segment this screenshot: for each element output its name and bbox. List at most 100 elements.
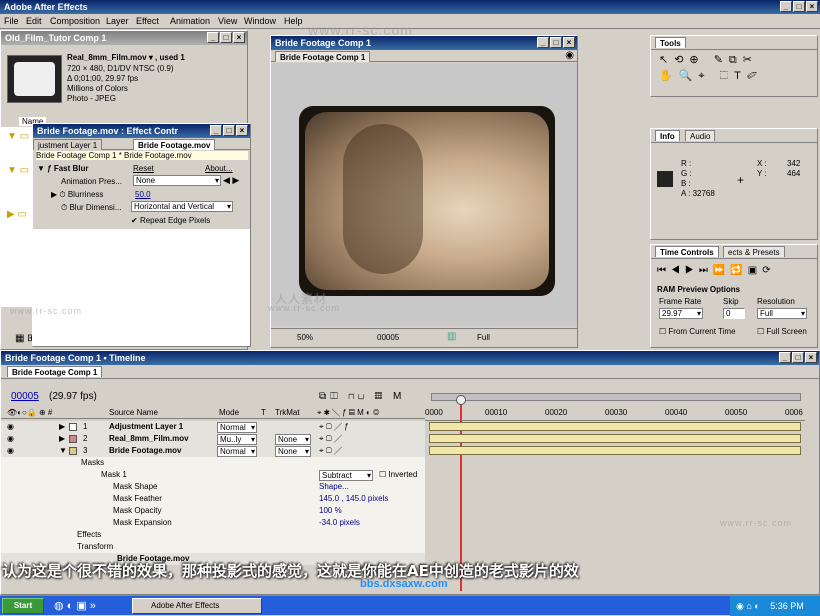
eye-icon[interactable]: ◉	[7, 433, 14, 445]
skip-field[interactable]: 0	[723, 308, 745, 319]
trkmat-select[interactable]: None	[275, 434, 311, 445]
layer-switches[interactable]: ⌖ ▢ ╱	[319, 433, 342, 445]
label-color-icon[interactable]	[69, 435, 77, 443]
comp-menu-icon[interactable]: ◉	[565, 50, 574, 61]
folder-icon-2[interactable]: ▼ ▭	[7, 165, 29, 176]
project-minimize[interactable]: _	[207, 32, 219, 43]
twirl-icon[interactable]: ▶	[59, 433, 65, 445]
eye-icon[interactable]: ◉	[7, 421, 14, 433]
tool-icons-2[interactable]: ✋🔍⌖ ⬚T✐	[659, 69, 763, 83]
timeline-close[interactable]: ×	[805, 352, 817, 363]
masks-group[interactable]: Masks	[1, 457, 425, 469]
layer-row-3[interactable]: ◉ ▼ 3 Bride Footage.mov Normal None ⌖ ▢ ╱	[1, 445, 425, 457]
menu-item-layer[interactable]: Layer	[106, 14, 129, 29]
mask-feather-value[interactable]: 145.0 , 145.0 pixels	[319, 493, 388, 505]
label-color-icon[interactable]	[69, 447, 77, 455]
label-color-icon[interactable]	[69, 423, 77, 431]
layer-name[interactable]: Bride Footage.mov	[109, 445, 181, 457]
repeat-edge-checkbox[interactable]: ✔ Repeat Edge Pixels	[131, 216, 210, 225]
playback-buttons[interactable]: ⏮◀▶⏭⏩🔁▣⟳	[657, 265, 776, 276]
reset-link[interactable]: Reset	[133, 164, 154, 173]
t-column[interactable]: T	[261, 407, 266, 419]
folder-icon-3[interactable]: ▶ ▭	[7, 209, 27, 220]
blurriness-value[interactable]: 50.0	[135, 190, 151, 199]
blur-dimension-select[interactable]: Horizontal and Vertical	[131, 201, 233, 212]
comp-minimize[interactable]: _	[537, 37, 549, 48]
twirl-icon[interactable]: ▶	[59, 421, 65, 433]
menu-item-animation[interactable]: Animation	[170, 14, 210, 29]
preset-nav-icon[interactable]: ◀ ▶	[223, 175, 239, 186]
layer-name[interactable]: Real_8mm_Film.mov	[109, 433, 189, 445]
fast-blur-label[interactable]: ▼ ƒ Fast Blur	[37, 164, 88, 173]
full-screen-checkbox[interactable]: ☐ Full Screen	[757, 327, 807, 336]
effect-minimize[interactable]: _	[210, 125, 222, 136]
project-maximize[interactable]: □	[220, 32, 232, 43]
mask-1[interactable]: Mask 1 Subtract ☐ Inverted	[1, 469, 425, 481]
tab-comp[interactable]: Bride Footage Comp 1	[275, 51, 371, 62]
from-current-checkbox[interactable]: ☐ From Current Time	[659, 327, 736, 336]
resolution-select[interactable]: Full	[757, 308, 807, 319]
comp-close[interactable]: ×	[563, 37, 575, 48]
layer-duration-bar[interactable]	[429, 422, 801, 431]
trkmat-column[interactable]: TrkMat	[275, 407, 300, 419]
taskbar-app-button[interactable]: Adobe After Effects	[132, 598, 262, 614]
mask-expansion-value[interactable]: -34.0 pixels	[319, 517, 360, 529]
effect-maximize[interactable]: □	[223, 125, 235, 136]
menu-item-composition[interactable]: Composition	[50, 14, 100, 29]
comp-timecode[interactable]: 00005	[377, 333, 399, 342]
time-marker-icon[interactable]	[456, 395, 466, 405]
comp-resolution[interactable]: Full	[477, 333, 490, 342]
tab-adjustment-layer[interactable]: justment Layer 1	[33, 139, 103, 150]
maximize-button[interactable]: □	[793, 1, 805, 12]
menu-item-help[interactable]: Help	[284, 14, 303, 29]
about-link[interactable]: About...	[205, 164, 233, 173]
start-button[interactable]: Start	[2, 598, 44, 614]
inverted-checkbox[interactable]: ☐ Inverted	[379, 469, 417, 481]
mask-feather[interactable]: Mask Feather 145.0 , 145.0 pixels	[1, 493, 425, 505]
layer-switches[interactable]: ⌖ ▢ ╱ ƒ	[319, 421, 349, 433]
time-ruler[interactable]: 0000 00010 00020 00030 00040 00050 0006	[425, 407, 805, 421]
timeline-maximize[interactable]: □	[792, 352, 804, 363]
blend-mode-select[interactable]: Normal	[217, 446, 257, 457]
tool-icons[interactable]: ↖⟲⊕ ✎⧉✂	[659, 53, 758, 67]
tab-time-controls[interactable]: Time Controls	[655, 246, 719, 257]
layer-name[interactable]: Adjustment Layer 1	[109, 421, 183, 433]
work-area-bar[interactable]	[431, 393, 801, 401]
tab-tools[interactable]: Tools	[655, 37, 686, 48]
tab-bride-footage[interactable]: Bride Footage.mov	[133, 139, 216, 150]
layer-row-1[interactable]: ◉ ▶ 1 Adjustment Layer 1 Normal ⌖ ▢ ╱ ƒ	[1, 421, 425, 433]
mask-shape[interactable]: Mask Shape Shape...	[1, 481, 425, 493]
tab-timeline-comp[interactable]: Bride Footage Comp 1	[7, 366, 103, 377]
eye-icon[interactable]: ◉	[7, 445, 14, 457]
mask-opacity[interactable]: Mask Opacity 100 %	[1, 505, 425, 517]
menu-item-effect[interactable]: Effect	[136, 14, 159, 29]
layer-row-2[interactable]: ◉ ▶ 2 Real_8mm_Film.mov Mu..ly None ⌖ ▢ ╱	[1, 433, 425, 445]
menu-item-file[interactable]: File	[4, 14, 19, 29]
close-button[interactable]: ×	[806, 1, 818, 12]
transform-group[interactable]: Transform	[1, 541, 425, 553]
mask-shape-value[interactable]: Shape...	[319, 481, 349, 493]
tab-audio[interactable]: Audio	[685, 130, 716, 141]
effect-close[interactable]: ×	[236, 125, 248, 136]
timeline-tool-icons[interactable]: ⧉◫ ⊓⊔ ▦ M	[319, 391, 405, 402]
effects-group[interactable]: Effects	[1, 529, 425, 541]
tab-effects-presets[interactable]: ects & Presets	[723, 246, 785, 257]
quick-launch-icons[interactable]: ◍ ◐ ▣ »	[54, 599, 96, 612]
mask-expansion[interactable]: Mask Expansion -34.0 pixels	[1, 517, 425, 529]
layer-duration-bar[interactable]	[429, 446, 801, 455]
blend-mode-select[interactable]: Normal	[217, 422, 257, 433]
folder-icon[interactable]: ▼ ▭	[7, 131, 29, 142]
menu-item-edit[interactable]: Edit	[26, 14, 42, 29]
mask-opacity-value[interactable]: 100 %	[319, 505, 342, 517]
minimize-button[interactable]: _	[780, 1, 792, 12]
frame-rate-select[interactable]: 29.97	[659, 308, 703, 319]
layer-switches[interactable]: ⌖ ▢ ╱	[319, 445, 342, 457]
menu-item-window[interactable]: Window	[244, 14, 276, 29]
tab-info[interactable]: Info	[655, 130, 680, 141]
blend-mode-select[interactable]: Mu..ly	[217, 434, 257, 445]
mode-column[interactable]: Mode	[219, 407, 239, 419]
mask-mode-select[interactable]: Subtract	[319, 470, 373, 481]
layer-duration-bar[interactable]	[429, 434, 801, 443]
timeline-minimize[interactable]: _	[779, 352, 791, 363]
trkmat-select[interactable]: None	[275, 446, 311, 457]
